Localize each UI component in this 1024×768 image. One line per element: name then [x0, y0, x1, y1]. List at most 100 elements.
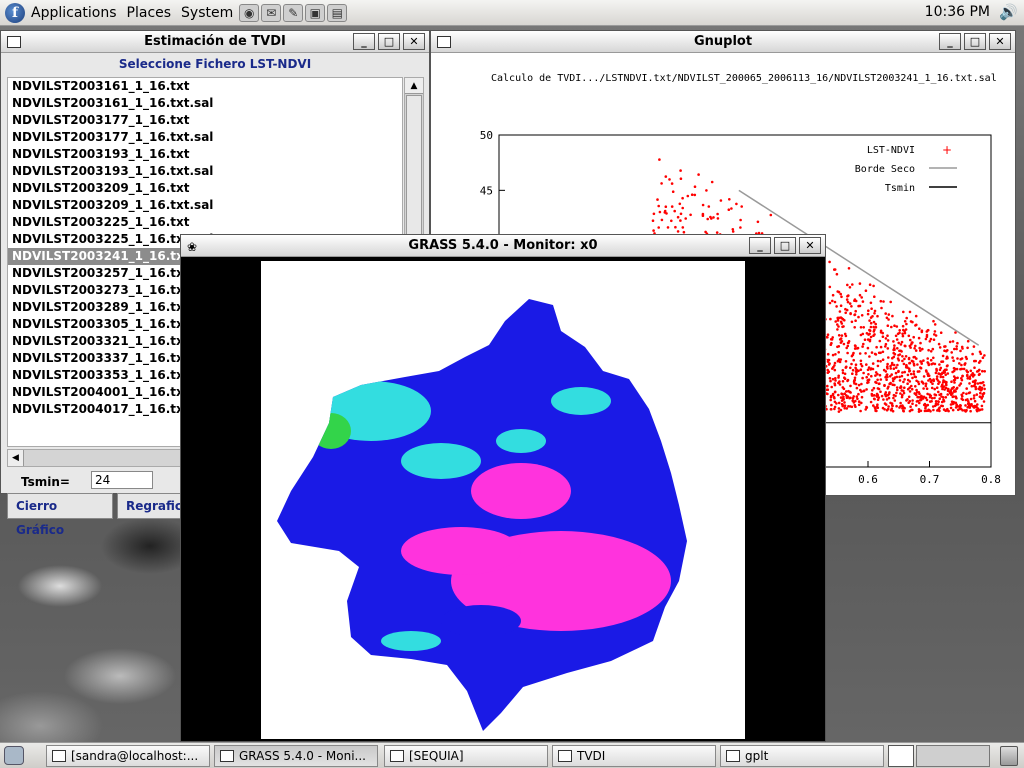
grass-monitor-window: ❀ GRASS 5.4.0 - Monitor: x0 _ □ ✕ — [180, 234, 826, 742]
window-menu-icon[interactable] — [437, 35, 451, 48]
scatter-point — [844, 311, 847, 315]
scatter-point — [894, 334, 898, 338]
task-tvdi[interactable]: TVDI — [552, 745, 716, 767]
scatter-point — [837, 351, 840, 354]
grass-map-canvas[interactable] — [261, 261, 745, 739]
scatter-point — [892, 367, 896, 371]
scatter-point — [834, 353, 837, 356]
scatter-point — [847, 267, 851, 270]
scatter-point — [829, 379, 832, 383]
scatter-point — [874, 374, 877, 377]
menu-places[interactable]: Places — [127, 5, 172, 21]
file-list-item[interactable]: NDVILST2003193_1_16.txt — [8, 146, 402, 163]
scatter-point — [835, 402, 838, 405]
task-sequia[interactable]: [SEQUIA] — [384, 745, 548, 767]
scatter-point — [848, 396, 851, 400]
menu-applications[interactable]: Applications — [31, 5, 117, 21]
scatter-point — [979, 359, 982, 363]
file-list-item[interactable]: NDVILST2003225_1_16.txt — [8, 214, 402, 231]
scatter-point — [861, 345, 864, 348]
scatter-point — [671, 190, 675, 193]
scatter-point — [879, 360, 882, 363]
scatter-point — [869, 325, 873, 329]
scatter-point — [881, 358, 885, 362]
scatter-point — [931, 347, 935, 351]
scatter-point — [936, 403, 940, 406]
file-list-item[interactable]: NDVILST2003161_1_16.txt — [8, 78, 402, 95]
spreadsheet-launcher-icon[interactable]: ▤ — [327, 3, 348, 22]
scatter-point — [731, 230, 735, 233]
scatter-point — [873, 328, 876, 332]
volume-icon[interactable]: 🔊 — [999, 3, 1018, 21]
file-list-item[interactable]: NDVILST2003177_1_16.txt.sal — [8, 129, 402, 146]
maximize-icon[interactable]: □ — [774, 237, 796, 254]
scatter-point — [956, 357, 959, 360]
clock[interactable]: 10:36 PM — [925, 4, 990, 20]
scatter-point — [842, 325, 845, 328]
close-icon[interactable]: ✕ — [403, 33, 425, 50]
close-graph-button[interactable]: Cierro Gráfico — [7, 493, 113, 537]
scatter-point — [879, 329, 883, 333]
scroll-up-icon[interactable]: ▲ — [405, 78, 423, 94]
scatter-point — [879, 378, 883, 381]
scatter-point — [903, 329, 906, 333]
trash-icon[interactable] — [1000, 746, 1018, 766]
scatter-point — [919, 341, 922, 345]
workspace-switcher-2[interactable] — [916, 745, 990, 767]
grass-app-icon[interactable]: ❀ — [187, 240, 205, 254]
scatter-point — [840, 295, 843, 299]
show-desktop-icon[interactable] — [4, 746, 24, 765]
task-gplt[interactable]: gplt — [720, 745, 884, 767]
maximize-icon[interactable]: □ — [378, 33, 400, 50]
scatter-point — [918, 346, 921, 350]
scatter-point — [882, 398, 885, 401]
file-list-item[interactable]: NDVILST2003161_1_16.txt.sal — [8, 95, 402, 112]
task-terminal[interactable]: [sandra@localhost:... — [46, 745, 210, 767]
scatter-point — [983, 370, 986, 373]
tsmin-input[interactable]: 24 — [91, 471, 153, 489]
file-list-item[interactable]: NDVILST2003209_1_16.txt — [8, 180, 402, 197]
scatter-point — [933, 323, 937, 326]
scatter-point — [894, 366, 898, 369]
editor-launcher-icon[interactable]: ✎ — [283, 3, 304, 22]
file-list-item[interactable]: NDVILST2003209_1_16.txt.sal — [8, 197, 402, 214]
scatter-point — [837, 290, 841, 294]
scatter-point — [884, 342, 888, 346]
task-tvdi-label: TVDI — [577, 749, 606, 763]
scatter-point — [881, 335, 885, 339]
gnuplot-titlebar[interactable]: Gnuplot _ □ ✕ — [431, 31, 1015, 53]
scatter-point — [889, 367, 892, 370]
workspace-switcher-1[interactable] — [888, 745, 914, 767]
close-icon[interactable]: ✕ — [799, 237, 821, 254]
scatter-point — [848, 302, 852, 305]
mail-launcher-icon[interactable]: ✉ — [261, 3, 282, 22]
scatter-point — [975, 393, 979, 396]
minimize-icon[interactable]: _ — [939, 33, 961, 50]
fedora-logo-icon[interactable]: f — [5, 2, 25, 23]
file-list-item[interactable]: NDVILST2003193_1_16.txt.sal — [8, 163, 402, 180]
scroll-left-icon[interactable]: ◀ — [8, 450, 24, 466]
scatter-point — [960, 357, 964, 360]
scatter-point — [928, 400, 932, 403]
scatter-point — [679, 177, 683, 180]
globe-launcher-icon[interactable]: ◉ — [239, 3, 260, 22]
minimize-icon[interactable]: _ — [749, 237, 771, 254]
menu-system[interactable]: System — [181, 5, 233, 21]
minimize-icon[interactable]: _ — [353, 33, 375, 50]
tvdi-titlebar[interactable]: Estimación de TVDI _ □ ✕ — [1, 31, 429, 53]
scatter-point — [946, 349, 949, 352]
scatter-point — [932, 408, 935, 412]
presentation-launcher-icon[interactable]: ▣ — [305, 3, 326, 22]
close-icon[interactable]: ✕ — [989, 33, 1011, 50]
scatter-point — [681, 226, 685, 229]
file-list-item[interactable]: NDVILST2003177_1_16.txt — [8, 112, 402, 129]
window-icon — [558, 750, 572, 762]
task-grass-monitor[interactable]: GRASS 5.4.0 - Moni... — [214, 745, 378, 767]
grass-titlebar[interactable]: ❀ GRASS 5.4.0 - Monitor: x0 _ □ ✕ — [181, 235, 825, 257]
window-menu-icon[interactable] — [7, 35, 21, 48]
scatter-point — [879, 351, 882, 355]
scatter-point — [854, 363, 858, 367]
maximize-icon[interactable]: □ — [964, 33, 986, 50]
scatter-point — [872, 397, 876, 401]
scatter-point — [860, 382, 863, 386]
